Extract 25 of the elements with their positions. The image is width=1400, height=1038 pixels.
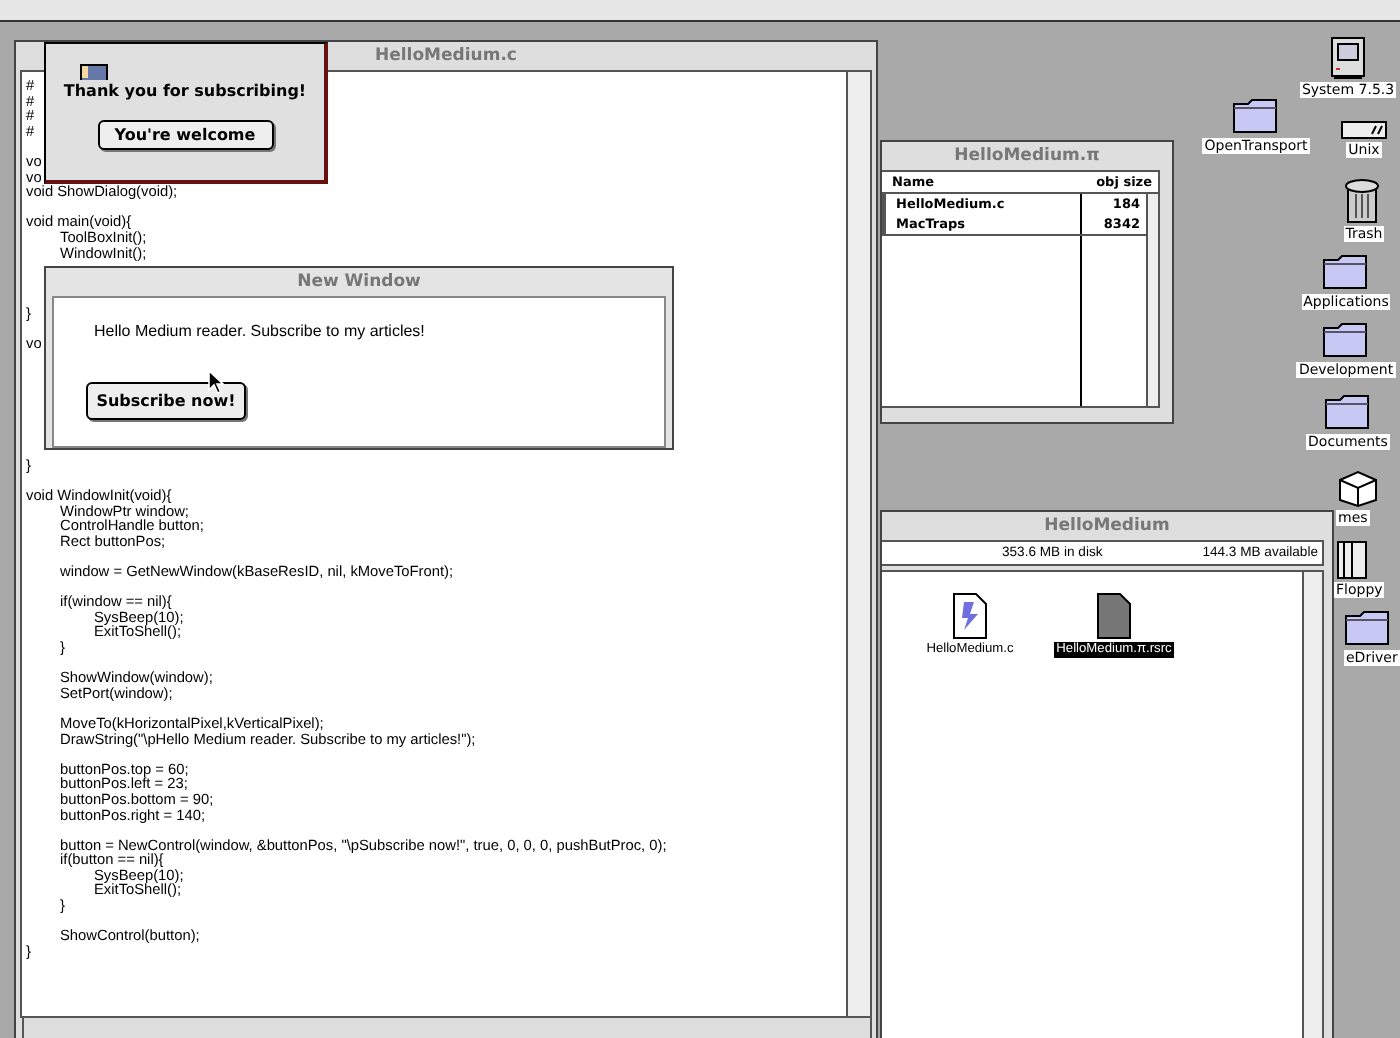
welcome-button[interactable]: You're welcome bbox=[97, 120, 273, 150]
vertical-scrollbar[interactable] bbox=[1148, 194, 1158, 406]
disk-drive-icon[interactable] bbox=[1334, 536, 1370, 580]
alert-message: Thank you for subscribing! bbox=[63, 82, 307, 100]
folder-icon[interactable] bbox=[1324, 392, 1372, 432]
folder-icon[interactable] bbox=[1344, 608, 1392, 648]
window-message: Hello Medium reader. Subscribe to my articles! bbox=[94, 322, 425, 340]
folder-icon[interactable] bbox=[1232, 96, 1280, 136]
horizontal-scrollbar[interactable] bbox=[22, 1018, 872, 1038]
window-title: HelloMedium.π bbox=[954, 146, 1100, 166]
source-file-icon[interactable] bbox=[952, 592, 988, 640]
application-icon bbox=[80, 64, 108, 80]
mouse-pointer-icon bbox=[208, 370, 224, 394]
folder-icon[interactable] bbox=[1322, 252, 1370, 292]
vertical-scrollbar[interactable] bbox=[846, 72, 870, 1016]
title-bar[interactable]: New Window bbox=[46, 268, 672, 296]
hard-drive-icon[interactable] bbox=[1340, 120, 1388, 140]
window-title: HelloMedium.c bbox=[375, 46, 517, 66]
document-icon[interactable] bbox=[1096, 592, 1132, 640]
vertical-scrollbar[interactable] bbox=[1302, 572, 1322, 1038]
window-title: New Window bbox=[297, 272, 421, 292]
subscribe-button[interactable]: Subscribe now! bbox=[86, 382, 246, 420]
window-title: HelloMedium bbox=[1044, 516, 1170, 536]
computer-icon[interactable] bbox=[1328, 36, 1368, 80]
folder-icon[interactable] bbox=[1322, 320, 1370, 360]
